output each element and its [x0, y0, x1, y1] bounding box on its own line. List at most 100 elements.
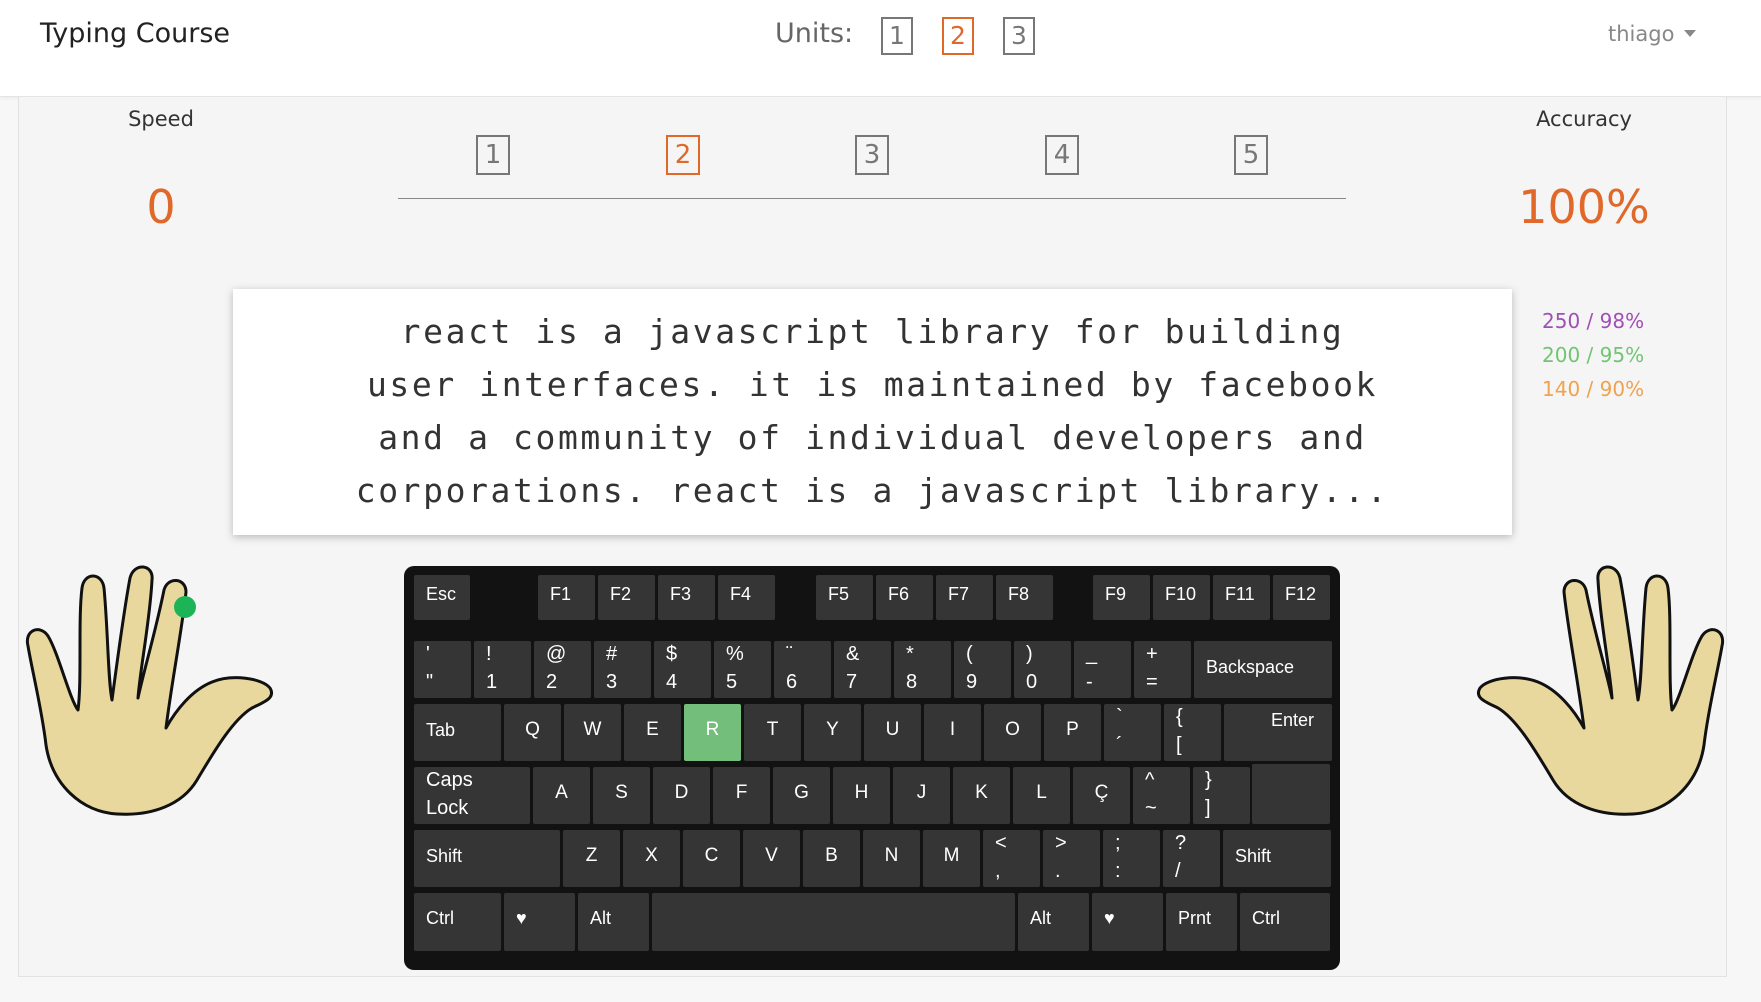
- key-key[interactable]: ` ´: [1104, 704, 1161, 761]
- key-w[interactable]: W: [564, 704, 621, 761]
- key-backspace[interactable]: Backspace: [1194, 641, 1332, 698]
- key-q[interactable]: Q: [504, 704, 561, 761]
- key-caps-lock[interactable]: Caps Lock: [414, 767, 530, 824]
- key-heart[interactable]: ♥: [504, 893, 575, 951]
- key-key[interactable]: <,: [983, 830, 1040, 887]
- unit-button-1[interactable]: 1: [881, 17, 913, 55]
- key-ctrl[interactable]: Ctrl: [1240, 893, 1330, 951]
- key-key[interactable]: ^ ~: [1133, 767, 1190, 824]
- key-p[interactable]: P: [1044, 704, 1101, 761]
- key-label: F3: [670, 584, 692, 604]
- key-key[interactable]: ' ": [414, 641, 471, 698]
- key-shift[interactable]: Shift: [1223, 830, 1331, 887]
- key-8[interactable]: * 8: [894, 641, 951, 698]
- key-b[interactable]: B: [803, 830, 860, 887]
- key-k[interactable]: K: [953, 767, 1010, 824]
- key-key[interactable]: _ -: [1074, 641, 1131, 698]
- key-prnt[interactable]: Prnt: [1166, 893, 1237, 951]
- unit-button-2[interactable]: 2: [942, 17, 974, 55]
- key-g[interactable]: G: [773, 767, 830, 824]
- key-6[interactable]: ¨ 6: [774, 641, 831, 698]
- key-e[interactable]: E: [624, 704, 681, 761]
- key-label: Shift: [1235, 846, 1272, 866]
- key-label: *: [906, 643, 914, 665]
- key-label: M: [943, 845, 960, 866]
- key-7[interactable]: & 7: [834, 641, 891, 698]
- key-label: Prnt: [1178, 908, 1212, 928]
- key-label: Lock: [426, 797, 469, 819]
- key-space[interactable]: [652, 893, 1015, 951]
- key-u[interactable]: U: [864, 704, 921, 761]
- key-f4[interactable]: F4: [718, 575, 775, 620]
- key-3[interactable]: #3: [594, 641, 651, 698]
- lesson-button-4[interactable]: 4: [1045, 135, 1079, 175]
- key-heart[interactable]: ♥: [1092, 893, 1163, 951]
- key-9[interactable]: (9: [954, 641, 1011, 698]
- lesson-button-3[interactable]: 3: [855, 135, 889, 175]
- key-f12[interactable]: F12: [1273, 575, 1330, 620]
- key-label: F8: [1008, 584, 1030, 604]
- key-esc[interactable]: Esc: [414, 575, 470, 620]
- key-f5[interactable]: F5: [816, 575, 873, 620]
- key-key[interactable]: + =: [1134, 641, 1191, 698]
- key-key[interactable]: ;:: [1103, 830, 1160, 887]
- key-o[interactable]: O: [984, 704, 1041, 761]
- key-s[interactable]: S: [593, 767, 650, 824]
- key-l[interactable]: L: [1013, 767, 1070, 824]
- key-tab[interactable]: Tab: [414, 704, 501, 761]
- brand-title[interactable]: Typing Course: [40, 18, 230, 49]
- key-f3[interactable]: F3: [658, 575, 715, 620]
- key-0[interactable]: ) 0: [1014, 641, 1071, 698]
- key-ctrl[interactable]: Ctrl: [414, 893, 501, 951]
- key-i[interactable]: I: [924, 704, 981, 761]
- lesson-button-5[interactable]: 5: [1234, 135, 1268, 175]
- key-v[interactable]: V: [743, 830, 800, 887]
- key-d[interactable]: D: [653, 767, 710, 824]
- key-r-highlighted[interactable]: R: [684, 704, 741, 761]
- typing-text-card[interactable]: react is a javascript library for buildi…: [233, 289, 1512, 535]
- key-n[interactable]: N: [863, 830, 920, 887]
- key-f11[interactable]: F11: [1213, 575, 1270, 620]
- key-key[interactable]: {[: [1164, 704, 1221, 761]
- key-a[interactable]: A: [533, 767, 590, 824]
- lesson-button-1[interactable]: 1: [476, 135, 510, 175]
- key-shift[interactable]: Shift: [414, 830, 560, 887]
- key-f1[interactable]: F1: [538, 575, 595, 620]
- key-h[interactable]: H: [833, 767, 890, 824]
- key-f2[interactable]: F2: [598, 575, 655, 620]
- key-alt[interactable]: Alt: [578, 893, 649, 951]
- key-z[interactable]: Z: [563, 830, 620, 887]
- key-f9[interactable]: F9: [1093, 575, 1150, 620]
- key-t[interactable]: T: [744, 704, 801, 761]
- user-menu[interactable]: thiago: [1608, 22, 1697, 46]
- key-key[interactable]: >.: [1043, 830, 1100, 887]
- key-5[interactable]: % 5: [714, 641, 771, 698]
- unit-button-3[interactable]: 3: [1003, 17, 1035, 55]
- key-label: ;: [1115, 832, 1121, 854]
- key-4[interactable]: $4: [654, 641, 711, 698]
- key-2[interactable]: @2: [534, 641, 591, 698]
- key-f[interactable]: F: [713, 767, 770, 824]
- key-alt[interactable]: Alt: [1018, 893, 1089, 951]
- key-label: F6: [888, 584, 910, 604]
- finger-indicator-icon: [174, 596, 196, 618]
- key-label: ♥: [516, 908, 527, 928]
- key-enter[interactable]: Enter: [1224, 704, 1332, 761]
- key-y[interactable]: Y: [804, 704, 861, 761]
- key-f8[interactable]: F8: [996, 575, 1053, 620]
- key-key[interactable]: ? /: [1163, 830, 1220, 887]
- key-enter-extension[interactable]: [1252, 764, 1330, 824]
- key-f10[interactable]: F10: [1153, 575, 1210, 620]
- key-f6[interactable]: F6: [876, 575, 933, 620]
- key-m[interactable]: M: [923, 830, 980, 887]
- key-f7[interactable]: F7: [936, 575, 993, 620]
- key-c[interactable]: C: [683, 830, 740, 887]
- key-1[interactable]: ! 1: [474, 641, 531, 698]
- lesson-button-2[interactable]: 2: [666, 135, 700, 175]
- key-key[interactable]: }]: [1193, 767, 1250, 824]
- key-x[interactable]: X: [623, 830, 680, 887]
- key-label: -: [1086, 671, 1093, 693]
- key-label: I: [949, 719, 956, 740]
- key-key[interactable]: Ç: [1073, 767, 1130, 824]
- key-j[interactable]: J: [893, 767, 950, 824]
